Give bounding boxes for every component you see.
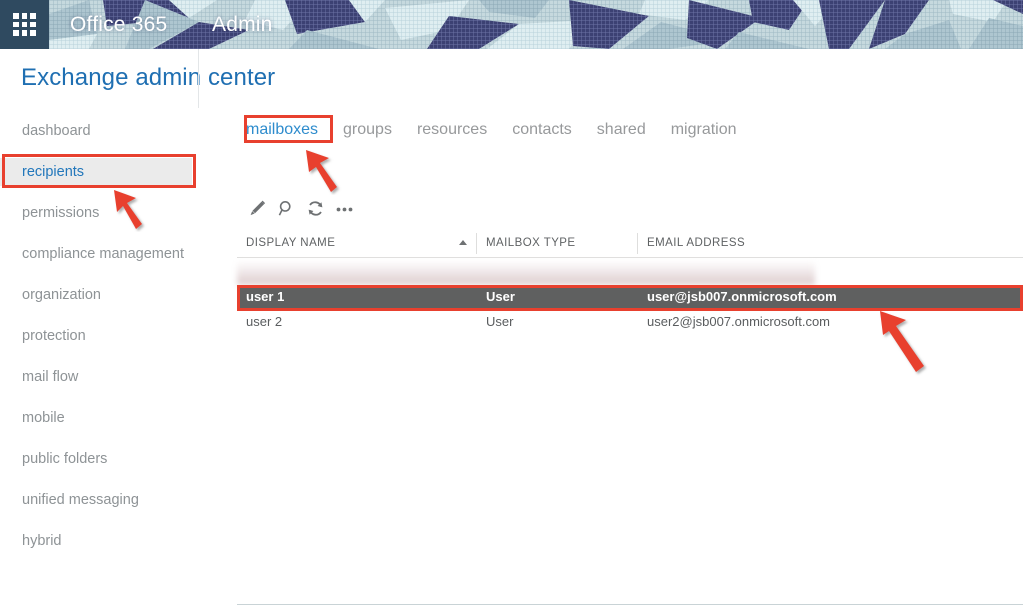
column-header-display-name[interactable]: DISPLAY NAME: [237, 229, 476, 258]
edit-pencil-icon[interactable]: [243, 195, 272, 221]
section-label-admin[interactable]: Admin: [212, 0, 273, 49]
sidebar-item-dashboard[interactable]: dashboard: [0, 117, 192, 145]
tab-mailboxes[interactable]: mailboxes: [244, 117, 320, 143]
sidebar-navigation: dashboard recipients permissions complia…: [0, 108, 199, 606]
sidebar-item-unified-messaging[interactable]: unified messaging: [0, 486, 192, 514]
sidebar-item-mobile[interactable]: mobile: [0, 404, 192, 432]
sidebar-item-mail-flow[interactable]: mail flow: [0, 363, 192, 391]
sort-ascending-icon: [459, 240, 467, 245]
column-header-email-address[interactable]: EMAIL ADDRESS: [638, 229, 1023, 258]
table-bottom-divider: [237, 604, 1023, 605]
sidebar-item-permissions[interactable]: permissions: [0, 199, 192, 227]
sidebar-item-public-folders[interactable]: public folders: [0, 445, 192, 473]
tab-groups[interactable]: groups: [341, 117, 394, 143]
app-launcher-button[interactable]: [0, 0, 49, 49]
sidebar-item-recipients[interactable]: recipients: [0, 158, 192, 186]
cell-email-address: user2@jsb007.onmicrosoft.com: [647, 314, 830, 329]
brand-label-office365[interactable]: Office 365: [70, 0, 167, 49]
cell-mailbox-type: User: [486, 289, 515, 304]
table-row-redacted[interactable]: [237, 262, 815, 285]
sidebar-item-protection[interactable]: protection: [0, 322, 192, 350]
sidebar-item-compliance-management[interactable]: compliance management: [0, 240, 192, 268]
banner-decorative-artwork: [49, 0, 1023, 49]
cell-email-address: user@jsb007.onmicrosoft.com: [647, 289, 837, 304]
tab-contacts[interactable]: contacts: [510, 117, 574, 143]
command-toolbar: [243, 195, 359, 223]
more-ellipsis-icon[interactable]: [330, 195, 359, 221]
refresh-icon[interactable]: [301, 195, 330, 221]
sidebar-item-hybrid[interactable]: hybrid: [0, 527, 192, 555]
tab-migration[interactable]: migration: [669, 117, 739, 143]
tab-bar: mailboxes groups resources contacts shar…: [244, 117, 760, 143]
sidebar-item-organization[interactable]: organization: [0, 281, 192, 309]
cell-display-name: user 1: [246, 289, 285, 304]
table-row-selected[interactable]: user 1 User user@jsb007.onmicrosoft.com: [237, 285, 1023, 308]
mailbox-table: DISPLAY NAME MAILBOX TYPE EMAIL ADDRESS …: [237, 229, 1023, 333]
cell-display-name: user 2: [246, 314, 283, 329]
app-launcher-waffle-icon: [13, 13, 36, 36]
tab-resources[interactable]: resources: [415, 117, 489, 143]
main-content-area: mailboxes groups resources contacts shar…: [199, 49, 1023, 606]
top-navigation-bar: Office 365 Admin: [0, 0, 1023, 49]
table-header-row: DISPLAY NAME MAILBOX TYPE EMAIL ADDRESS: [237, 229, 1023, 258]
cell-mailbox-type: User: [486, 314, 514, 329]
tab-shared[interactable]: shared: [595, 117, 648, 143]
search-magnifier-icon[interactable]: [272, 195, 301, 221]
table-row[interactable]: user 2 User user2@jsb007.onmicrosoft.com: [237, 310, 1023, 333]
column-header-mailbox-type[interactable]: MAILBOX TYPE: [477, 229, 637, 258]
